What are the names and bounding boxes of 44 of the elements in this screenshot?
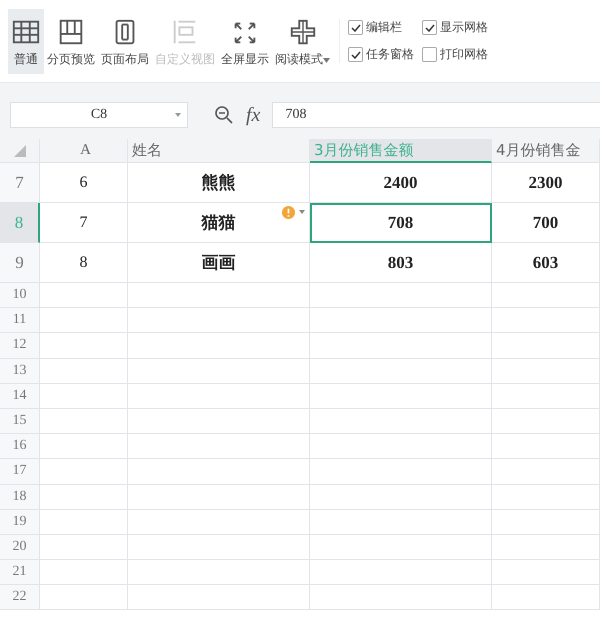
column-header[interactable]: A — [40, 139, 128, 163]
formula-input[interactable]: 708 — [272, 102, 600, 128]
row-header[interactable]: 10 — [0, 283, 40, 308]
row-header[interactable]: 21 — [0, 560, 40, 586]
table-cell: 603 — [492, 243, 600, 283]
row-header[interactable]: 15 — [0, 408, 40, 434]
table-cell: 2400 — [310, 163, 492, 203]
view-option-checkbox[interactable]: 任务窗格 — [348, 46, 414, 63]
view-option-checkbox[interactable]: 显示网格 — [422, 19, 488, 36]
view-mode-button[interactable]: 全屏显示 — [218, 8, 272, 74]
view-mode-button[interactable]: 阅读模式 — [272, 8, 333, 74]
column-header[interactable]: 3月份销售金额 — [310, 139, 492, 163]
row-header[interactable]: 20 — [0, 534, 40, 560]
table-cell: 熊熊 — [128, 163, 310, 203]
row-header[interactable]: 16 — [0, 434, 40, 460]
view-mode-button[interactable]: 普通 — [8, 8, 44, 74]
row-header[interactable]: 13 — [0, 358, 40, 384]
view-option-checkbox[interactable]: 打印网格 — [422, 46, 488, 63]
column-header[interactable]: 姓名 — [128, 139, 310, 163]
row-header[interactable]: 11 — [0, 308, 40, 334]
row-header[interactable]: 8 — [0, 203, 40, 243]
view-mode-button[interactable]: 页面布局 — [98, 8, 152, 74]
table-cell: 猫猫 — [128, 203, 310, 243]
row-header[interactable]: 7 — [0, 163, 40, 203]
row-header[interactable]: 18 — [0, 484, 40, 510]
row-header[interactable]: 14 — [0, 384, 40, 409]
function-label[interactable]: fx — [246, 104, 260, 126]
table-cell: 2300 — [492, 163, 600, 203]
table-cell: 6 — [40, 163, 128, 203]
view-mode-button[interactable]: 分页预览 — [44, 8, 98, 74]
row-header[interactable]: 9 — [0, 243, 40, 283]
row-header[interactable]: 17 — [0, 459, 40, 484]
row-header[interactable]: 12 — [0, 333, 40, 359]
table-cell: 画画 — [128, 243, 310, 283]
column-header[interactable]: 4月份销售金 — [492, 139, 600, 163]
row-header[interactable]: 22 — [0, 585, 40, 610]
table-cell: 7 — [40, 203, 128, 243]
name-box[interactable]: C8 — [10, 102, 188, 128]
table-cell: 700 — [492, 203, 600, 243]
view-option-checkbox[interactable]: 编辑栏 — [348, 19, 414, 36]
row-header[interactable]: 19 — [0, 510, 40, 535]
table-cell: 8 — [40, 243, 128, 283]
table-cell: 708 — [310, 203, 492, 243]
table-cell: 803 — [310, 243, 492, 283]
